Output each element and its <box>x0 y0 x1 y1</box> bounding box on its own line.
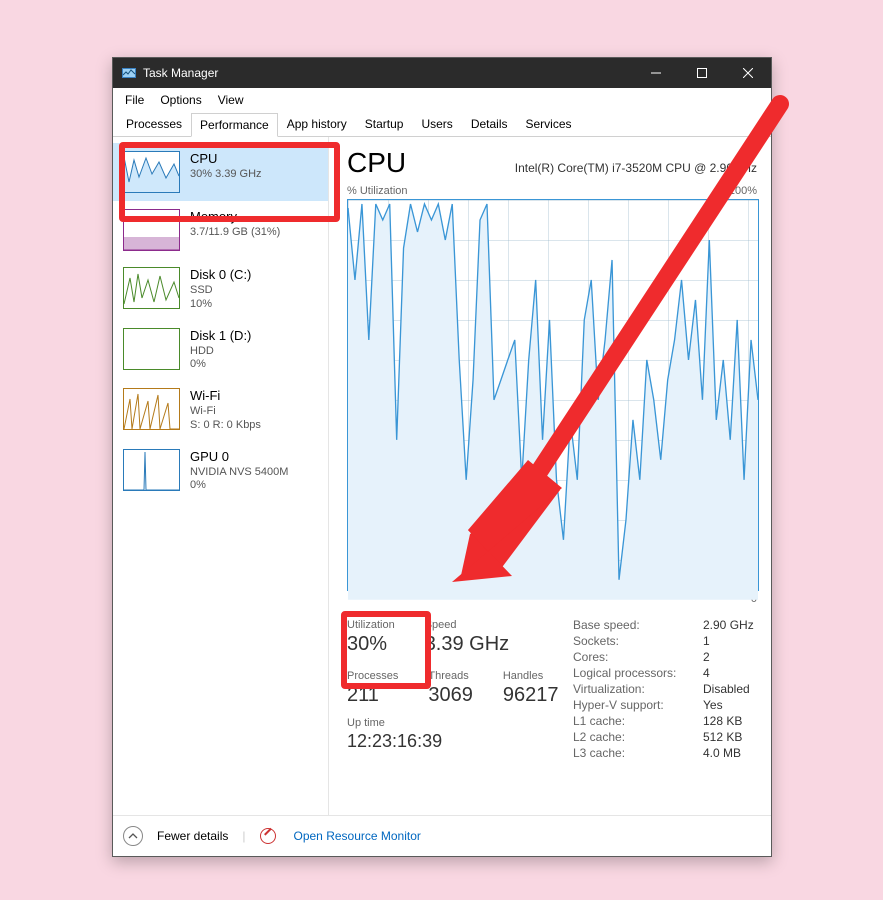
prop-val: 4.0 MB <box>703 746 754 760</box>
sidebar-item-disk-0-c-[interactable]: Disk 0 (C:) SSD10% <box>113 259 328 320</box>
tab-processes[interactable]: Processes <box>117 112 191 136</box>
device-name: Intel(R) Core(TM) i7-3520M CPU @ 2.90GHz <box>426 161 757 175</box>
menu-view[interactable]: View <box>210 90 252 110</box>
sidebar-item-sub: 3.7/11.9 GB (31%) <box>190 226 280 240</box>
minimize-button[interactable] <box>633 58 679 88</box>
main-panel: CPU Intel(R) Core(TM) i7-3520M CPU @ 2.9… <box>329 137 771 815</box>
window-title: Task Manager <box>143 66 218 80</box>
prop-val: 4 <box>703 666 754 680</box>
stat-hnd-value: 96217 <box>503 684 559 707</box>
sidebar-item-gpu-0[interactable]: GPU 0 NVIDIA NVS 5400M0% <box>113 441 328 502</box>
cpu-properties: Base speed: 2.90 GHz Sockets: 1 Cores: 2 Logic… <box>573 618 754 760</box>
prop-key: Virtualization: <box>573 682 683 696</box>
prop-val: 1 <box>703 634 754 648</box>
prop-val: 128 KB <box>703 714 754 728</box>
app-icon <box>121 65 137 81</box>
prop-val: 2.90 GHz <box>703 618 754 632</box>
open-resmon-link[interactable]: Open Resource Monitor <box>294 829 421 843</box>
chevron-up-icon[interactable] <box>123 826 143 846</box>
sidebar-item-title: Disk 0 (C:) <box>190 267 251 282</box>
sidebar-item-title: Wi-Fi <box>190 388 261 403</box>
titlebar[interactable]: Task Manager <box>113 58 771 88</box>
prop-key: L2 cache: <box>573 730 683 744</box>
prop-val: 2 <box>703 650 754 664</box>
sidebar-item-sub: Wi-FiS: 0 R: 0 Kbps <box>190 405 261 433</box>
sidebar-item-title: Disk 1 (D:) <box>190 328 251 343</box>
sidebar-item-sub: HDD0% <box>190 345 251 373</box>
axis-top-left: % Utilization <box>347 185 408 197</box>
prop-key: Sockets: <box>573 634 683 648</box>
stat-up-label: Up time <box>347 717 547 729</box>
prop-key: L3 cache: <box>573 746 683 760</box>
tab-details[interactable]: Details <box>462 112 517 136</box>
sidebar-item-wi-fi[interactable]: Wi-Fi Wi-FiS: 0 R: 0 Kbps <box>113 380 328 441</box>
sidebar-item-sub: SSD10% <box>190 284 251 312</box>
page-title: CPU <box>347 147 406 179</box>
menubar: File Options View <box>113 88 771 112</box>
tabs: Processes Performance App history Startu… <box>113 112 771 137</box>
sidebar-item-disk-1-d-[interactable]: Disk 1 (D:) HDD0% <box>113 320 328 381</box>
fewer-details-link[interactable]: Fewer details <box>157 829 228 843</box>
annotation-highlight-sidebar <box>119 142 340 222</box>
sidebar: CPU 30% 3.39 GHz Memory 3.7/11.9 GB (31%… <box>113 137 329 815</box>
tab-app-history[interactable]: App history <box>278 112 356 136</box>
resmon-icon <box>260 828 276 844</box>
axis-top-right: 100% <box>729 185 757 197</box>
close-button[interactable] <box>725 58 771 88</box>
tab-startup[interactable]: Startup <box>356 112 413 136</box>
tab-performance[interactable]: Performance <box>191 113 278 137</box>
stat-speed-value: 3.39 GHz <box>425 633 509 656</box>
footer: Fewer details | Open Resource Monitor <box>113 815 771 856</box>
stat-hnd-label: Handles <box>503 670 559 682</box>
stat-thr-value: 3069 <box>428 684 473 707</box>
tab-services[interactable]: Services <box>517 112 581 136</box>
stat-up-value: 12:23:16:39 <box>347 731 547 752</box>
tab-users[interactable]: Users <box>412 112 461 136</box>
sidebar-item-title: GPU 0 <box>190 449 288 464</box>
prop-key: Logical processors: <box>573 666 683 680</box>
cpu-chart[interactable] <box>347 199 759 591</box>
prop-key: Base speed: <box>573 618 683 632</box>
prop-key: Hyper-V support: <box>573 698 683 712</box>
sidebar-item-sub: NVIDIA NVS 5400M0% <box>190 466 288 494</box>
menu-file[interactable]: File <box>117 90 152 110</box>
menu-options[interactable]: Options <box>152 90 209 110</box>
prop-val: 512 KB <box>703 730 754 744</box>
prop-key: Cores: <box>573 650 683 664</box>
prop-val: Yes <box>703 698 754 712</box>
stat-speed-label: Speed <box>425 619 509 631</box>
prop-key: L1 cache: <box>573 714 683 728</box>
annotation-highlight-util <box>341 611 431 689</box>
prop-val: Disabled <box>703 682 754 696</box>
maximize-button[interactable] <box>679 58 725 88</box>
stat-thr-label: Threads <box>428 670 473 682</box>
